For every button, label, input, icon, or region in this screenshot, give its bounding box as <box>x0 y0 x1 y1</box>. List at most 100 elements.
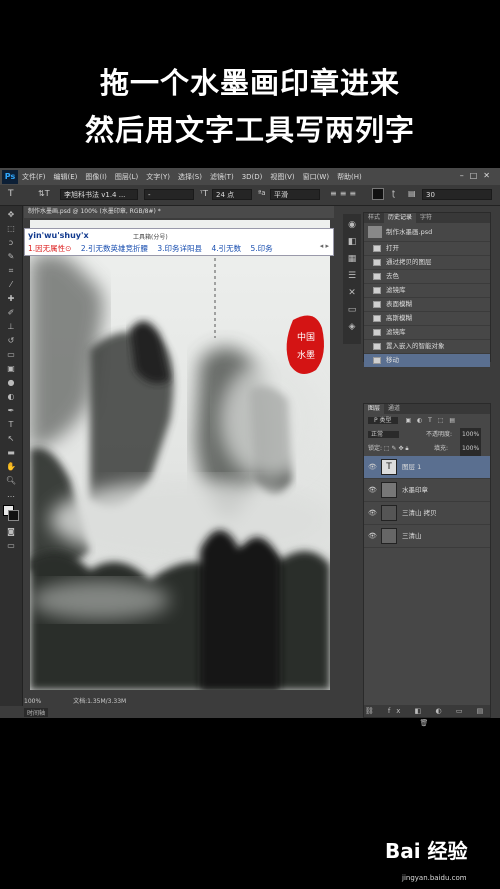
history-item[interactable]: 表面模糊 <box>364 298 490 312</box>
visibility-eye-icon[interactable]: 👁︎ <box>368 525 377 547</box>
crop-tool-icon[interactable]: ⌗ <box>4 265 18 276</box>
screen-mode-icon[interactable]: ▭ <box>4 540 18 551</box>
layers-footer-buttons[interactable]: ⛓ fx ◧ ◐ ▭ ▤ 🗑︎ <box>364 705 490 727</box>
shape-tool-icon[interactable]: ▬ <box>4 447 18 458</box>
seal-text-bottom: 水墨 <box>297 349 315 361</box>
menu-select[interactable]: 选择(S) <box>178 172 202 182</box>
history-item[interactable]: 去色 <box>364 270 490 284</box>
gradient-tool-icon[interactable]: ▣ <box>4 363 18 374</box>
blur-tool-icon[interactable]: ● <box>4 377 18 388</box>
ime-candidate-2[interactable]: 2.引无数英雄竞折腰 <box>81 244 148 253</box>
opacity-input[interactable]: 100% <box>460 428 482 442</box>
adjustments-panel-icon[interactable]: ◧ <box>346 236 358 248</box>
font-size-select[interactable]: 24 点 <box>212 189 252 200</box>
ime-candidate-4[interactable]: 4.引无数 <box>211 244 241 253</box>
tab-history[interactable]: 历史记录 <box>384 213 417 223</box>
stamp-tool-icon[interactable]: ⊥ <box>4 321 18 332</box>
layer-thumbnail <box>381 505 397 521</box>
history-item[interactable]: 打开 <box>364 242 490 256</box>
tab-layers[interactable]: 图层 <box>364 404 385 414</box>
text-color-swatch[interactable] <box>372 188 384 200</box>
menu-view[interactable]: 视图(V) <box>270 172 294 182</box>
dodge-tool-icon[interactable]: ◐ <box>4 391 18 402</box>
type-tool-icon[interactable]: T <box>4 419 18 430</box>
font-family-select[interactable]: 李旭科书法 v1.4 ... <box>60 189 138 200</box>
visibility-eye-icon[interactable]: 👁︎ <box>368 456 377 478</box>
history-item[interactable]: 通过拷贝的图层 <box>364 256 490 270</box>
layer-row[interactable]: 👁︎ 三清山 <box>364 525 490 548</box>
move-tool-icon[interactable]: ✥ <box>4 209 18 220</box>
menu-help[interactable]: 帮助(H) <box>337 172 362 182</box>
history-step-icon <box>373 245 381 252</box>
history-item[interactable]: 高斯模糊 <box>364 312 490 326</box>
menu-window[interactable]: 窗口(W) <box>303 172 329 182</box>
layer-thumbnail <box>381 528 397 544</box>
menu-3d[interactable]: 3D(D) <box>242 173 263 181</box>
color-swatches[interactable] <box>0 503 22 523</box>
tab-styles[interactable]: 样式 <box>364 213 384 223</box>
pen-tool-icon[interactable]: ✒ <box>4 405 18 416</box>
menu-image[interactable]: 图像(I) <box>85 172 107 182</box>
menu-filter[interactable]: 滤镜(T) <box>210 172 234 182</box>
document-canvas[interactable]: ⌖ 中国 水墨 <box>30 220 330 690</box>
menu-type[interactable]: 文字(Y) <box>146 172 170 182</box>
zoom-level[interactable]: 100% <box>24 698 41 705</box>
orientation-toggle-icon[interactable]: ⇅T <box>38 189 50 198</box>
ime-page-arrows[interactable]: ◂ ▸ <box>320 242 329 250</box>
ime-candidate-window[interactable]: yin'wu'shuy'x 工具箱(分号) 1.因无属性⊙ 2.引无数英雄竞折腰… <box>24 228 334 256</box>
zoom-tool-icon[interactable]: 🔍︎ <box>4 475 18 486</box>
menu-edit[interactable]: 编辑(E) <box>54 172 78 182</box>
brush-panel-icon[interactable]: ▭ <box>346 304 358 316</box>
history-snapshot[interactable]: 制作水墨画.psd <box>364 223 490 242</box>
warp-text-icon[interactable]: ʈ <box>392 189 395 198</box>
healing-tool-icon[interactable]: ✚ <box>4 293 18 304</box>
history-item-selected[interactable]: 移动 <box>364 354 490 368</box>
layer-row[interactable]: 👁︎ 三清山 拷贝 <box>364 502 490 525</box>
history-brush-icon[interactable]: ↺ <box>4 335 18 346</box>
layer-row[interactable]: 👁︎ 水墨印章 <box>364 479 490 502</box>
ime-candidate-5[interactable]: 5.印务 <box>250 244 272 253</box>
history-item[interactable]: 滤镜库 <box>364 326 490 340</box>
document-tab[interactable]: 制作水墨画.psd @ 100% (水墨印章, RGB/8#) * <box>24 206 334 218</box>
marquee-tool-icon[interactable]: ⬚ <box>4 223 18 234</box>
menu-layer[interactable]: 图层(L) <box>115 172 138 182</box>
workspace-select[interactable]: 30 <box>422 189 492 200</box>
menu-file[interactable]: 文件(F) <box>22 172 46 182</box>
antialias-select[interactable]: 平滑 <box>270 189 320 200</box>
history-item[interactable]: 置入嵌入的智能对象 <box>364 340 490 354</box>
tab-character[interactable]: 字符 <box>416 213 436 223</box>
font-style-select[interactable]: - <box>144 189 194 200</box>
swatches-panel-icon[interactable]: ▦ <box>346 253 358 265</box>
quick-select-tool-icon[interactable]: ✎ <box>4 251 18 262</box>
tools-panel: ✥ ⬚ ↄ ✎ ⌗ ⁄ ✚ ✐ ⊥ ↺ ▭ ▣ ● ◐ ✒ T ↖ ▬ ✋ 🔍︎… <box>0 206 23 706</box>
eyedropper-tool-icon[interactable]: ⁄ <box>4 279 18 290</box>
align-buttons[interactable]: ≡≡≡ <box>330 189 359 198</box>
info-panel-icon[interactable]: ◈ <box>346 321 358 333</box>
character-panel-icon[interactable]: ▤ <box>408 189 416 198</box>
path-select-tool-icon[interactable]: ↖ <box>4 433 18 444</box>
ime-candidate-3[interactable]: 3.印务详阳县 <box>157 244 202 253</box>
tools-presets-icon[interactable]: ✕ <box>346 287 358 299</box>
history-item[interactable]: 滤镜库 <box>364 284 490 298</box>
lock-icons[interactable]: 锁定: ⬚ ✎ ✥ 🔒︎ <box>368 445 409 452</box>
text-tool-icon[interactable]: T <box>8 189 14 199</box>
tab-channels[interactable]: 通道 <box>384 404 404 414</box>
properties-panel-icon[interactable]: ☰ <box>346 270 358 282</box>
window-controls[interactable]: –□✕ <box>460 171 496 180</box>
visibility-eye-icon[interactable]: 👁︎ <box>368 502 377 524</box>
eraser-tool-icon[interactable]: ▭ <box>4 349 18 360</box>
fill-input[interactable]: 100% <box>460 442 482 456</box>
blend-mode-select[interactable]: 正常 <box>368 431 400 438</box>
brush-tool-icon[interactable]: ✐ <box>4 307 18 318</box>
visibility-eye-icon[interactable]: 👁︎ <box>368 479 377 501</box>
timeline-tab[interactable]: 时间轴 <box>24 708 49 717</box>
hand-tool-icon[interactable]: ✋ <box>4 461 18 472</box>
layer-kind-filter[interactable]: P 类型 <box>368 417 398 424</box>
lasso-tool-icon[interactable]: ↄ <box>4 237 18 248</box>
quick-mask-icon[interactable]: ◙ <box>4 526 18 537</box>
more-tools-icon[interactable]: … <box>4 489 18 500</box>
layer-row[interactable]: 👁︎ T 图层 1 <box>364 456 490 479</box>
ime-candidate-1[interactable]: 1.因无属性⊙ <box>28 244 71 253</box>
filter-icons[interactable]: ▣ ◐ T ⬚ ▤ <box>405 417 457 424</box>
color-panel-icon[interactable]: ◉ <box>346 219 358 231</box>
